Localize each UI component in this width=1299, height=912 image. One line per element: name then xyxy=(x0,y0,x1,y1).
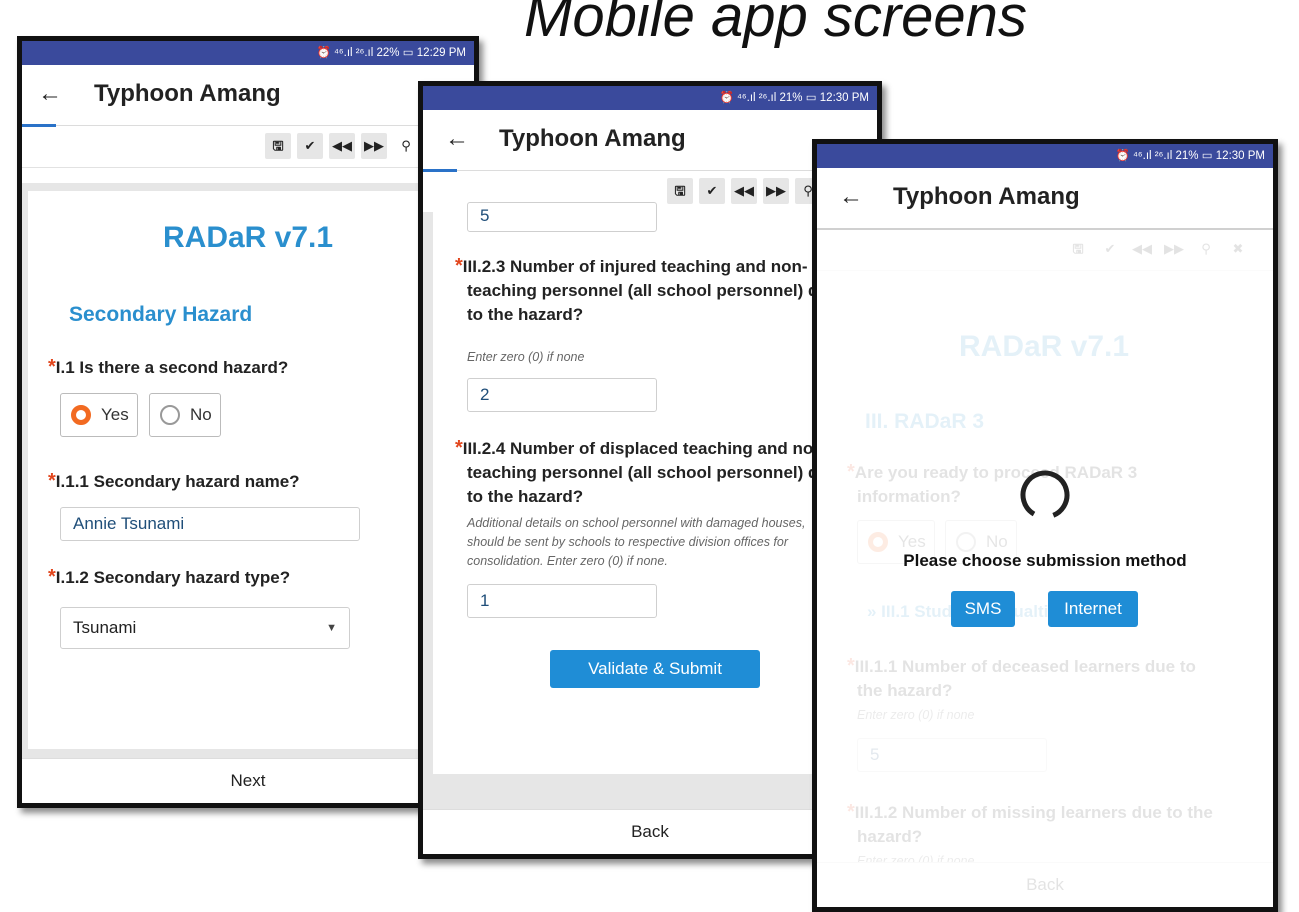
radio-label: Yes xyxy=(101,405,129,424)
form-toolbar: 🖫 ✔ ◀◀ ▶▶ ⚲ ✖ xyxy=(817,230,1273,271)
app-title: Typhoon Amang xyxy=(94,80,281,107)
question-label-line1: Are you ready to proceed RADaR 3 xyxy=(854,463,1138,482)
status-bar: ⏰ ⁴⁶.ıl ²⁶.ıl 21% ▭ 12:30 PM xyxy=(817,144,1273,168)
loading-spinner-icon xyxy=(1018,468,1072,522)
check-icon: ✔ xyxy=(1097,236,1123,262)
form-card: RADaR v7.1 Secondary Hazard *I.1 Is ther… xyxy=(28,191,474,749)
required-marker: * xyxy=(455,437,463,459)
question-label-line2: information? xyxy=(857,487,961,506)
fast-forward-icon: ▶▶ xyxy=(1161,236,1187,262)
hazard-name-input[interactable]: Annie Tsunami xyxy=(60,507,360,541)
radio-no[interactable]: No xyxy=(149,393,221,437)
question-label-line2: hazard? xyxy=(857,827,923,846)
back-arrow-icon[interactable]: ← xyxy=(839,182,863,212)
rewind-icon[interactable]: ◀◀ xyxy=(731,178,757,204)
sms-button[interactable]: SMS xyxy=(951,591,1015,627)
save-icon[interactable]: 🖫 xyxy=(667,178,693,204)
question-second-hazard: *I.1 Is there a second hazard? xyxy=(48,355,468,380)
required-marker: * xyxy=(48,470,56,492)
question-label-line2: teaching personnel (all school personnel… xyxy=(467,281,819,300)
background-question: *Are you ready to proceed RADaR 3 inform… xyxy=(847,460,1137,509)
radio-unselected-icon xyxy=(956,532,976,552)
background-input: 5 xyxy=(857,738,1047,772)
app-title: Typhoon Amang xyxy=(893,183,1080,210)
phone-screen-1: ⏰ ⁴⁶.ıl ²⁶.ıl 22% ▭ 12:29 PM ← Typhoon A… xyxy=(17,36,479,808)
fast-forward-icon[interactable]: ▶▶ xyxy=(763,178,789,204)
background-question: *III.1.1 Number of deceased learners due… xyxy=(847,654,1196,703)
radio-selected-icon xyxy=(868,532,888,552)
next-button[interactable]: Next xyxy=(22,758,474,803)
dialog-message: Please choose submission method xyxy=(903,551,1187,570)
hint-line1: Additional details on school personnel w… xyxy=(467,516,806,530)
select-value: Tsunami xyxy=(73,618,137,637)
radio-selected-icon xyxy=(71,405,91,425)
form-toolbar: 🖫 ✔ ◀◀ ▶▶ ⚲ xyxy=(22,127,474,168)
phone-screen-3: ⏰ ⁴⁶.ıl ²⁶.ıl 21% ▭ 12:30 PM ← Typhoon A… xyxy=(812,139,1278,912)
rewind-icon: ◀◀ xyxy=(1129,236,1155,262)
app-title: Typhoon Amang xyxy=(499,125,686,152)
hint-line2: should be sent by schools to respective … xyxy=(467,535,789,549)
displaced-personnel-input[interactable]: 1 xyxy=(467,584,657,618)
background-back-button: Back xyxy=(817,862,1273,907)
required-marker: * xyxy=(847,461,855,483)
internet-button[interactable]: Internet xyxy=(1048,591,1138,627)
search-icon[interactable]: ⚲ xyxy=(393,133,419,159)
back-arrow-icon[interactable]: ← xyxy=(38,79,62,109)
question-label-line1: III.2.4 Number of displaced teaching and… xyxy=(462,439,814,458)
hazard-type-select[interactable]: Tsunami ▼ xyxy=(60,607,350,649)
save-icon[interactable]: 🖫 xyxy=(265,133,291,159)
form-card: 5 *III.2.3 Number of injured teaching an… xyxy=(433,202,877,774)
required-marker: * xyxy=(847,801,855,823)
question-hint: Enter zero (0) if none xyxy=(857,708,975,722)
question-label-line1: III.2.3 Number of injured teaching and n… xyxy=(462,257,808,276)
app-bar: ← Typhoon Amang xyxy=(22,65,474,127)
check-icon[interactable]: ✔ xyxy=(699,178,725,204)
question-label: I.1.2 Secondary hazard type? xyxy=(55,568,291,587)
question-label: I.1.1 Secondary hazard name? xyxy=(55,472,300,491)
section-heading: Secondary Hazard xyxy=(69,303,253,326)
status-bar: ⏰ ⁴⁶.ıl ²⁶.ıl 21% ▭ 12:30 PM xyxy=(423,86,877,110)
back-arrow-icon[interactable]: ← xyxy=(445,124,469,154)
question-label-line3: to the hazard? xyxy=(467,305,584,324)
required-marker: * xyxy=(48,356,56,378)
question-hint: Additional details on school personnel w… xyxy=(467,514,805,571)
section-heading: III. RADaR 3 xyxy=(865,410,985,433)
radio-label: No xyxy=(190,405,212,424)
save-icon: 🖫 xyxy=(1065,236,1091,262)
question-hazard-name: *I.1.1 Secondary hazard name? xyxy=(48,469,468,494)
chevron-down-icon: ▼ xyxy=(326,622,337,634)
search-icon: ⚲ xyxy=(1193,236,1219,262)
app-bar: ← Typhoon Amang xyxy=(817,168,1273,230)
injured-personnel-input[interactable]: 2 xyxy=(467,378,657,412)
status-bar: ⏰ ⁴⁶.ıl ²⁶.ıl 22% ▭ 12:29 PM xyxy=(22,41,474,65)
form-title: RADaR v7.1 xyxy=(959,330,1130,363)
question-label: I.1 Is there a second hazard? xyxy=(55,358,289,377)
radio-unselected-icon xyxy=(160,405,180,425)
form-title: RADaR v7.1 xyxy=(163,221,334,254)
hint-line3: consolidation. Enter zero (0) if none. xyxy=(467,554,668,568)
question-label-line2: the hazard? xyxy=(857,681,953,700)
required-marker: * xyxy=(48,566,56,588)
question-label-line3: to the hazard? xyxy=(467,487,584,506)
validate-submit-button[interactable]: Validate & Submit xyxy=(550,650,760,688)
question-hazard-type: *I.1.2 Secondary hazard type? xyxy=(48,565,468,590)
close-icon: ✖ xyxy=(1225,236,1251,262)
radio-yes[interactable]: Yes xyxy=(60,393,138,437)
rewind-icon[interactable]: ◀◀ xyxy=(329,133,355,159)
check-icon[interactable]: ✔ xyxy=(297,133,323,159)
question-hint: Enter zero (0) if none xyxy=(467,350,585,364)
back-button[interactable]: Back xyxy=(423,809,877,854)
app-bar: ← Typhoon Amang xyxy=(423,110,877,172)
background-question: *III.1.2 Number of missing learners due … xyxy=(847,800,1213,849)
previous-answer-input[interactable]: 5 xyxy=(467,202,657,232)
question-label-line1: III.1.2 Number of missing learners due t… xyxy=(854,803,1213,822)
required-marker: * xyxy=(847,655,855,677)
required-marker: * xyxy=(455,255,463,277)
page-title: Mobile app screens xyxy=(524,0,1027,49)
question-label-line2: teaching personnel (all school personnel… xyxy=(467,463,819,482)
question-label-line1: III.1.1 Number of deceased learners due … xyxy=(854,657,1196,676)
fast-forward-icon[interactable]: ▶▶ xyxy=(361,133,387,159)
